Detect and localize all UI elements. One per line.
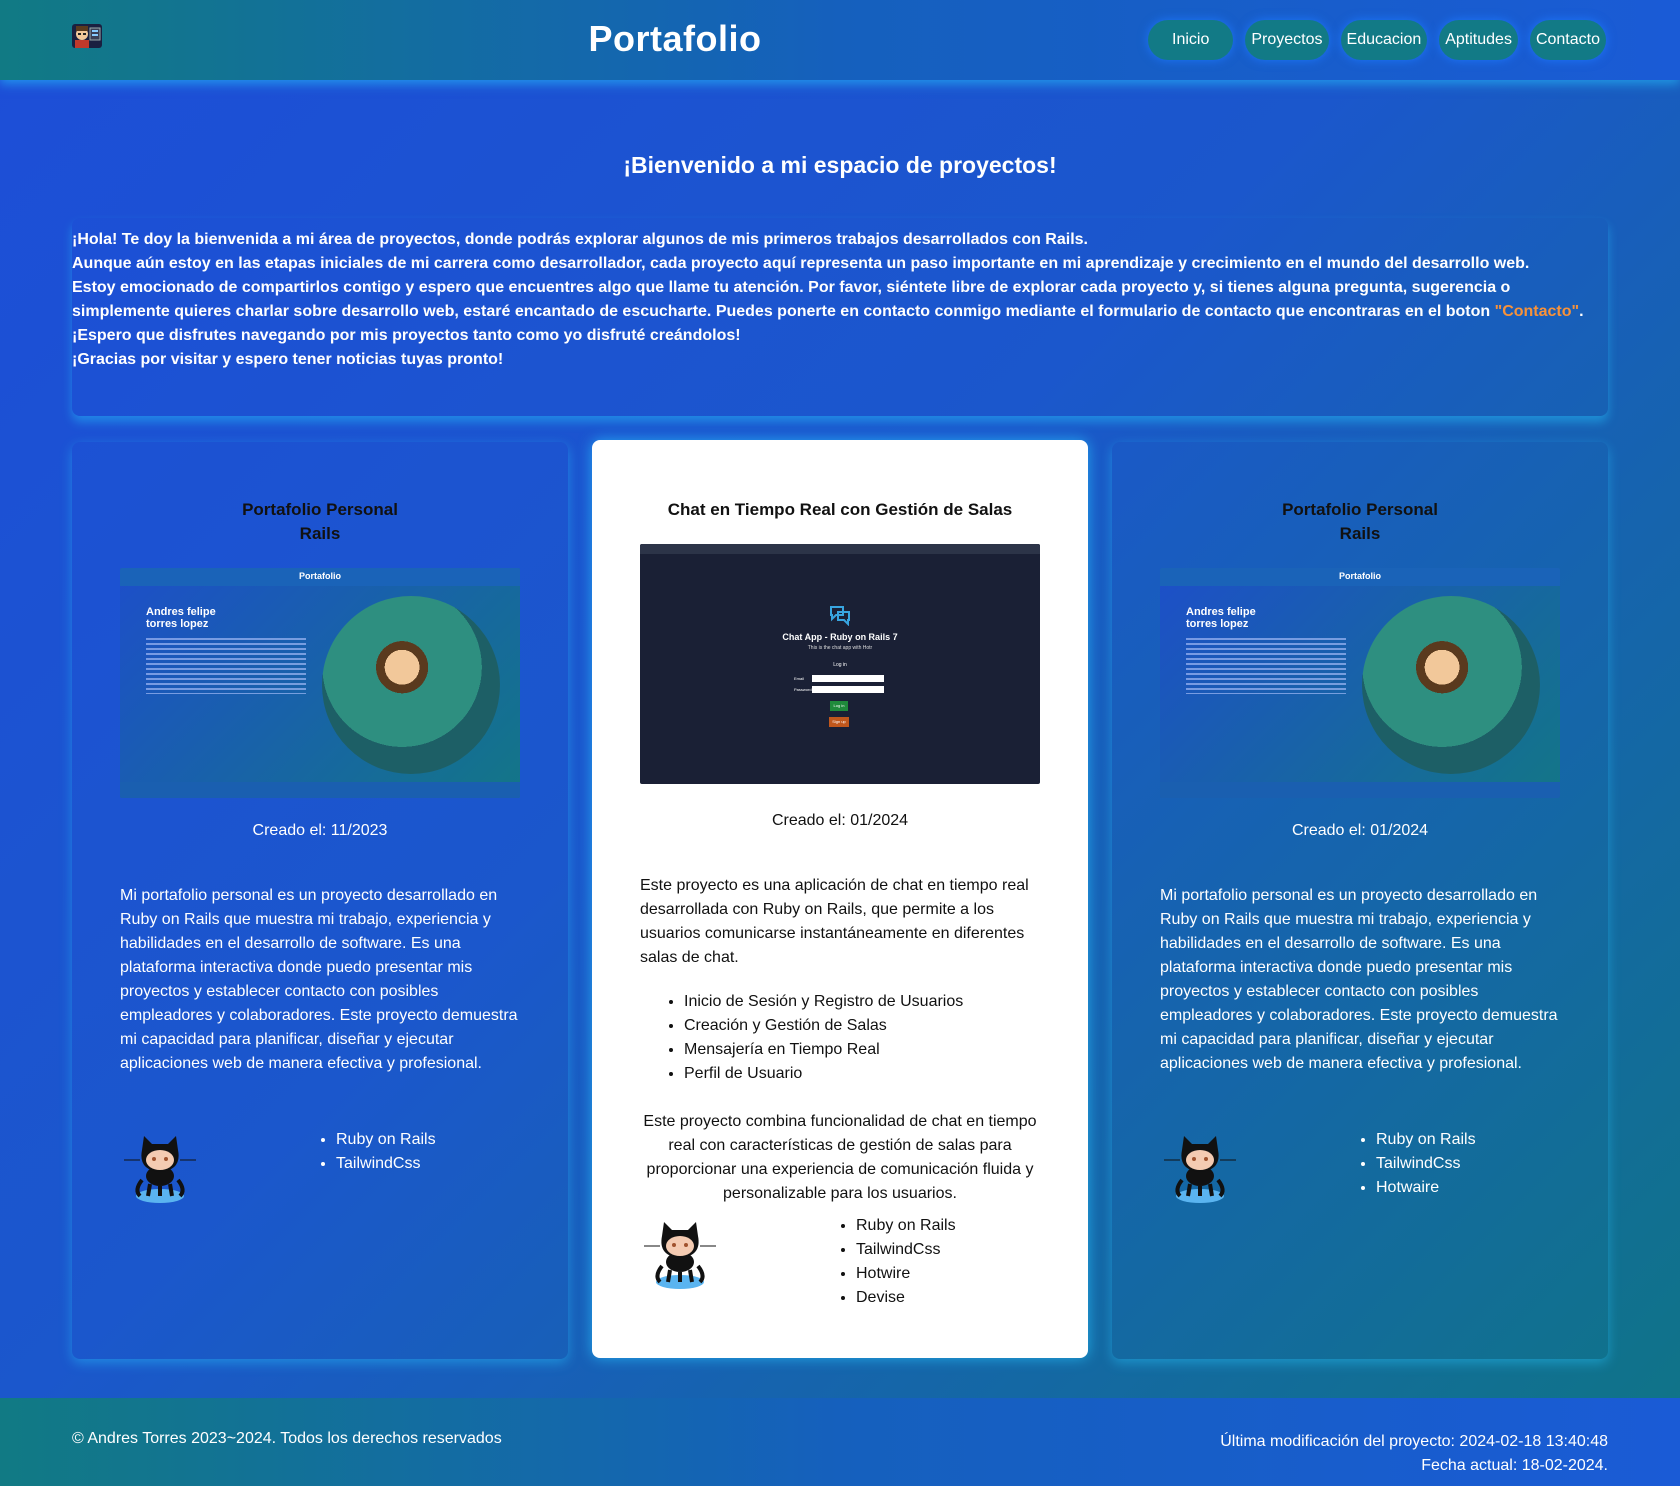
intro-line-2: Aunque aún estoy en las etapas iniciales…	[72, 255, 1530, 272]
screenshot-footer	[120, 782, 520, 798]
screenshot-login-heading: Log in	[833, 662, 847, 668]
intro-line-5: ¡Gracias por visitar y espero tener noti…	[72, 351, 504, 368]
project-screenshot[interactable]: Portafolio Andres felipe torres lopez	[1160, 568, 1560, 798]
feature-item: Creación y Gestión de Salas	[684, 1014, 963, 1038]
site-footer: © Andres Torres 2023~2024. Todos los der…	[0, 1398, 1680, 1486]
screenshot-name: Andres felipe torres lopez	[1186, 606, 1256, 630]
project-title: Chat en Tiempo Real con Gestión de Salas	[667, 500, 1013, 519]
project-description: Este proyecto es una aplicación de chat …	[640, 877, 1029, 966]
project-description: Mi portafolio personal es un proyecto de…	[120, 887, 518, 1072]
github-octocat-icon[interactable]	[640, 1216, 720, 1292]
project-summary: Este proyecto combina funcionalidad de c…	[643, 1113, 1037, 1202]
project-title-line-2: Rails	[1339, 524, 1381, 543]
intro-line-3-text: Estoy emocionado de compartirlos contigo…	[72, 279, 1511, 320]
feature-item: Mensajería en Tiempo Real	[684, 1038, 963, 1062]
tech-item: Ruby on Rails	[856, 1214, 956, 1238]
project-title: Portafolio Personal Rails	[1112, 498, 1608, 546]
screenshot-email-label: Email	[794, 676, 805, 681]
project-created-date: Creado el: 01/2024	[1291, 822, 1429, 839]
screenshot-name-line-2: torres lopez	[1186, 618, 1249, 630]
screenshot-browser-bar	[640, 544, 1040, 554]
developer-illustration	[1362, 596, 1540, 774]
screenshot-text-block	[1186, 638, 1346, 694]
feature-item: Inicio de Sesión y Registro de Usuarios	[684, 990, 963, 1014]
tech-item: TailwindCss	[856, 1238, 956, 1262]
nav-inicio[interactable]: Inicio	[1148, 20, 1234, 60]
intro-line-3: Estoy emocionado de compartirlos contigo…	[72, 276, 1608, 324]
contact-link[interactable]: "Contacto"	[1495, 303, 1580, 320]
project-screenshot[interactable]: Portafolio Andres felipe torres lopez	[120, 568, 520, 798]
tech-item: Hotwire	[856, 1262, 956, 1286]
screenshot-name-line-1: Andres felipe	[146, 606, 216, 618]
intro-panel: ¡Hola! Te doy la bienvenida a mi área de…	[72, 218, 1608, 416]
project-screenshot[interactable]: Chat App - Ruby on Rails 7 This is the c…	[640, 544, 1040, 784]
chat-bubble-icon	[830, 606, 850, 626]
project-title-line-1: Portafolio Personal	[242, 500, 398, 519]
project-card-chat: Chat en Tiempo Real con Gestión de Salas…	[592, 440, 1088, 1358]
project-description: Mi portafolio personal es un proyecto de…	[1160, 887, 1558, 1072]
main-nav: Inicio Proyectos Educacion Aptitudes Con…	[1148, 20, 1606, 60]
project-card-portfolio-2024: Portafolio Personal Rails Portafolio And…	[1112, 442, 1608, 1359]
github-octocat-icon[interactable]	[1160, 1130, 1240, 1206]
project-created-date: Creado el: 11/2023	[252, 822, 388, 839]
last-modified-text: Última modificación del proyecto: 2024-0…	[1220, 1433, 1608, 1450]
nav-educacion[interactable]: Educacion	[1340, 20, 1428, 60]
tech-list: Ruby on Rails TailwindCss Hotwire Devise	[834, 1214, 956, 1310]
copyright-text: © Andres Torres 2023~2024. Todos los der…	[72, 1430, 502, 1447]
site-title: Portafolio	[588, 18, 762, 59]
project-title-line-2: Rails	[299, 524, 341, 543]
tech-list: Ruby on Rails TailwindCss Hotwaire	[1354, 1128, 1476, 1200]
project-title-line-1: Portafolio Personal	[1282, 500, 1438, 519]
screenshot-email-field	[812, 675, 884, 682]
screenshot-app-title: Chat App - Ruby on Rails 7	[782, 632, 898, 642]
screenshot-name-line-1: Andres felipe	[1186, 606, 1256, 618]
screenshot-password-label: Password	[794, 687, 812, 692]
developer-illustration	[322, 596, 500, 774]
screenshot-name: Andres felipe torres lopez	[146, 606, 216, 630]
screenshot-signup-button: Sign up	[829, 717, 849, 727]
intro-line-3-end: .	[1579, 303, 1584, 320]
screenshot-password-field	[812, 686, 884, 693]
site-header: Portafolio Inicio Proyectos Educacion Ap…	[0, 0, 1680, 80]
nav-aptitudes[interactable]: Aptitudes	[1439, 20, 1518, 60]
tech-item: Ruby on Rails	[1376, 1128, 1476, 1152]
screenshot-text-block	[146, 638, 306, 694]
intro-line-4: ¡Espero que disfrutes navegando por mis …	[72, 327, 741, 344]
project-title: Portafolio Personal Rails	[72, 498, 568, 546]
feature-list: Inicio de Sesión y Registro de Usuarios …	[662, 990, 963, 1086]
tech-item: Hotwaire	[1376, 1176, 1476, 1200]
tech-item: Ruby on Rails	[336, 1128, 436, 1152]
screenshot-site-title: Portafolio	[299, 571, 341, 581]
nav-contacto[interactable]: Contacto	[1529, 20, 1606, 60]
welcome-heading: ¡Bienvenido a mi espacio de proyectos!	[623, 152, 1057, 178]
screenshot-footer	[1160, 782, 1560, 798]
nav-proyectos[interactable]: Proyectos	[1245, 20, 1329, 60]
modification-info: Última modificación del proyecto: 2024-0…	[1220, 1430, 1608, 1478]
github-octocat-icon[interactable]	[120, 1130, 200, 1206]
screenshot-name-line-2: torres lopez	[146, 618, 209, 630]
project-card-portfolio-2023: Portafolio Personal Rails Portafolio And…	[72, 442, 568, 1359]
developer-avatar-icon[interactable]	[70, 20, 104, 52]
tech-item: Devise	[856, 1286, 956, 1310]
screenshot-subtitle: This is the chat app with Hotr	[807, 645, 873, 651]
project-created-date: Creado el: 01/2024	[771, 812, 909, 829]
intro-line-1: ¡Hola! Te doy la bienvenida a mi área de…	[72, 231, 1088, 248]
screenshot-site-title: Portafolio	[1339, 571, 1381, 581]
tech-list: Ruby on Rails TailwindCss	[314, 1128, 436, 1176]
feature-item: Perfil de Usuario	[684, 1062, 963, 1086]
screenshot-login-button: Log in	[830, 701, 848, 711]
current-date-text: Fecha actual: 18-02-2024.	[1421, 1457, 1608, 1474]
tech-item: TailwindCss	[1376, 1152, 1476, 1176]
tech-item: TailwindCss	[336, 1152, 436, 1176]
